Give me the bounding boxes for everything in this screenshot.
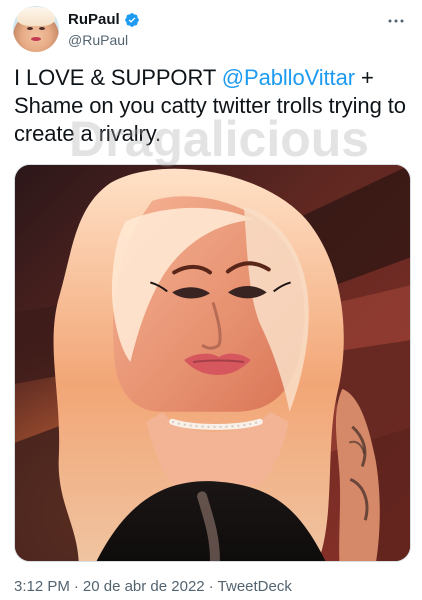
display-name-row: RuPaul <box>68 10 382 30</box>
tweet-date[interactable]: 20 de abr de 2022 <box>83 578 205 595</box>
tweet-time[interactable]: 3:12 PM <box>14 578 70 595</box>
mention-link[interactable]: @PablloVittar <box>222 65 355 90</box>
more-options-button[interactable] <box>382 9 410 33</box>
tweet-text-intro: I LOVE & SUPPORT <box>14 65 222 90</box>
avatar-right-eye <box>39 27 45 30</box>
verified-badge-icon <box>124 12 140 28</box>
avatar-hair <box>17 7 55 26</box>
tweet-photo[interactable] <box>14 164 411 562</box>
user-handle[interactable]: @RuPaul <box>68 31 382 49</box>
tweet-meta: 3:12 PM · 20 de abr de 2022 · TweetDeck <box>14 577 292 597</box>
tweet-card: RuPaul @RuPaul I LOVE & SUPPORT @PablloV… <box>0 0 422 600</box>
more-options-icon <box>387 18 405 24</box>
meta-separator: · <box>73 578 79 595</box>
display-name[interactable]: RuPaul <box>68 10 120 30</box>
avatar-lips <box>31 37 41 41</box>
user-info[interactable]: RuPaul @RuPaul <box>68 10 382 49</box>
tweet-text: I LOVE & SUPPORT @PablloVittar + Shame o… <box>14 64 408 148</box>
tweet-source[interactable]: TweetDeck <box>218 578 292 595</box>
avatar-left-eye <box>27 27 33 30</box>
meta-separator-2: · <box>208 578 214 595</box>
avatar[interactable] <box>13 6 59 52</box>
tweet-header: RuPaul @RuPaul <box>13 6 410 52</box>
